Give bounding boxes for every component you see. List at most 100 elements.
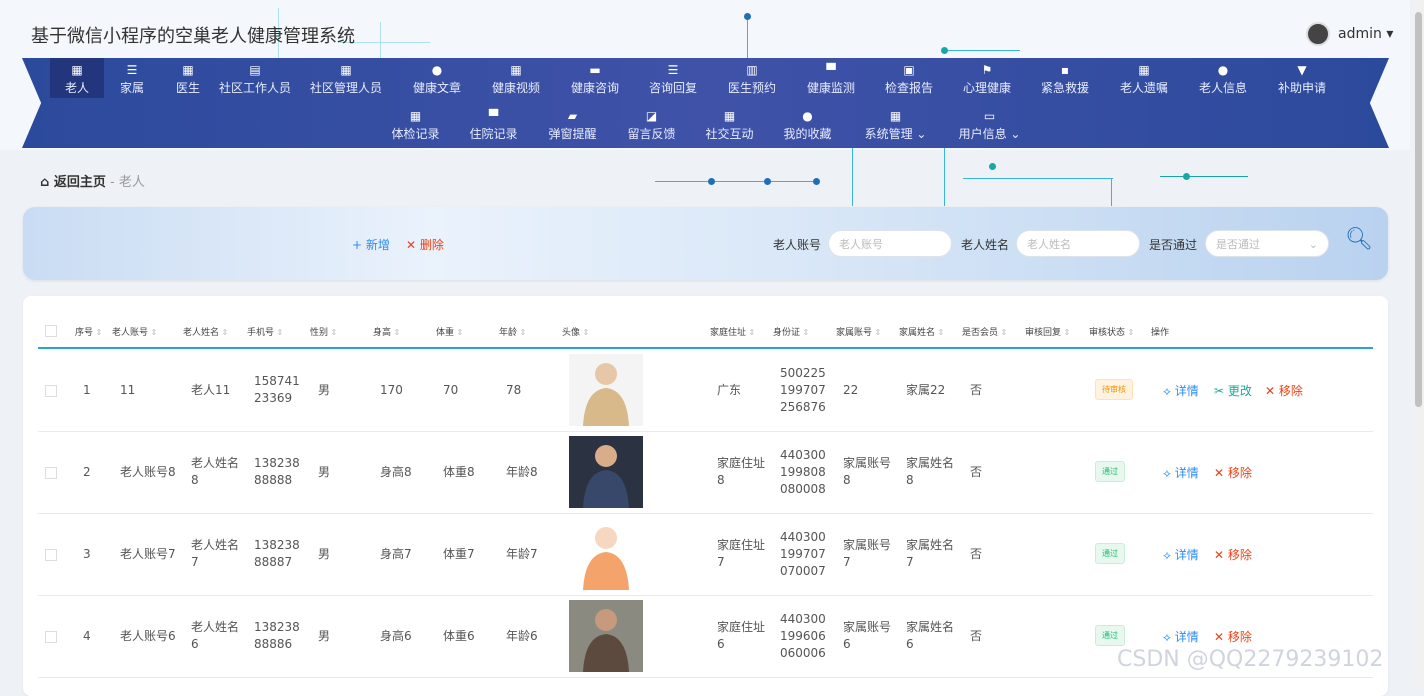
detail-button[interactable]: ⟡ 详情 — [1163, 628, 1199, 645]
cell-name: 老人姓名 8 — [191, 456, 240, 487]
nav-item-nav-r1-10[interactable]: ▀ 健康监测 — [792, 58, 870, 98]
column-header[interactable]: 体重 ⇕ — [436, 325, 463, 338]
table-row: 2 老人账号8 老人姓名 8 138238 88888 男 身高8 体重8 年龄8 家庭住址 8 44… — [38, 431, 1373, 514]
nav-item-nav-r1-7[interactable]: ▬ 健康咨询 — [556, 58, 634, 98]
nav-item-nav-r1-4[interactable]: ▦ 社区管理人员 — [294, 58, 398, 98]
nav-item-nav-r2-4[interactable]: ▦ 社交互动 — [691, 104, 769, 144]
sort-icon[interactable]: ⇕ — [998, 328, 1008, 337]
nav-item-nav-r2-2[interactable]: ▰ 弹窗提醒 — [533, 104, 613, 144]
column-header[interactable]: 性别 ⇕ — [310, 325, 337, 338]
column-header[interactable]: 老人账号 ⇕ — [112, 325, 157, 338]
sort-icon[interactable]: ⇕ — [517, 328, 527, 337]
grid-icon: ▦ — [409, 109, 422, 123]
detail-button[interactable]: ⟡ 详情 — [1163, 546, 1199, 563]
chart-icon: ◪ — [645, 109, 658, 123]
column-header[interactable]: 手机号 ⇕ — [247, 325, 283, 338]
column-header[interactable]: 家属账号 ⇕ — [836, 325, 881, 338]
edit-button[interactable]: ✂ 更改 — [1214, 382, 1252, 399]
sort-icon[interactable]: ⇕ — [1125, 328, 1135, 337]
remove-button[interactable]: ✕ 移除 — [1214, 464, 1252, 481]
scrollbar[interactable] — [1413, 0, 1424, 685]
sort-icon[interactable]: ⇕ — [1061, 328, 1071, 337]
sort-icon[interactable]: ⇕ — [93, 328, 103, 337]
select-all-checkbox[interactable] — [45, 325, 57, 337]
name-input[interactable]: 老人姓名 — [1016, 230, 1140, 257]
sort-icon[interactable]: ⇕ — [148, 328, 158, 337]
sort-icon[interactable]: ⇕ — [274, 328, 284, 337]
column-header[interactable]: 身高 ⇕ — [373, 325, 400, 338]
nav-item-nav-r1-1[interactable]: ☰ 家属 — [104, 58, 160, 98]
sort-icon[interactable]: ⇕ — [328, 328, 338, 337]
row-checkbox[interactable] — [45, 467, 57, 479]
cell-address: 家庭住址 6 — [717, 620, 766, 651]
row-checkbox[interactable] — [45, 631, 57, 643]
sort-icon[interactable]: ⇕ — [800, 328, 810, 337]
sort-icon[interactable]: ⇕ — [219, 328, 229, 337]
nav-item-nav-r1-16[interactable]: ▼ 补助申请 — [1262, 58, 1342, 98]
sort-icon[interactable]: ⇕ — [746, 328, 756, 337]
sort-icon[interactable]: ⇕ — [580, 328, 590, 337]
sort-icon[interactable]: ⇕ — [454, 328, 464, 337]
sort-icon[interactable]: ⇕ — [391, 328, 401, 337]
detail-button[interactable]: ⟡ 详情 — [1163, 382, 1199, 399]
column-header[interactable]: 家庭住址 ⇕ — [710, 325, 755, 338]
cell-address: 广东 — [717, 382, 742, 397]
cell-no: 4 — [83, 628, 91, 643]
clipboard-x-icon: ▣ — [903, 63, 915, 77]
nav-item-nav-r1-12[interactable]: ⚑ 心理健康 — [948, 58, 1026, 98]
account-label: 老人账号 — [773, 238, 822, 252]
column-header[interactable]: 是否会员 ⇕ — [962, 325, 1007, 338]
nav-item-nav-r1-6[interactable]: ▦ 健康视频 — [476, 58, 556, 98]
row-checkbox[interactable] — [45, 385, 57, 397]
home-link[interactable]: ⌂ 返回主页 — [40, 175, 106, 190]
nav-item-nav-r1-13[interactable]: ▪ 紧急救援 — [1026, 58, 1104, 98]
status-badge: 待审核 — [1095, 379, 1133, 400]
nav-item-nav-r1-15[interactable]: ● 老人信息 — [1184, 58, 1262, 98]
nav-item-nav-r1-5[interactable]: ● 健康文章 — [398, 58, 476, 98]
user-menu[interactable]: admin ▾ — [1306, 22, 1393, 46]
add-button[interactable]: + 新增 — [352, 236, 390, 253]
account-input[interactable]: 老人账号 — [828, 230, 952, 257]
nav-item-nav-r1-0[interactable]: ▦ 老人 — [50, 58, 104, 98]
cell-name: 老人姓名 6 — [191, 620, 240, 651]
delete-button[interactable]: ✕ 删除 — [406, 236, 444, 253]
nav-item-nav-r2-7[interactable]: ▭ 用户信息 ⌄ — [945, 104, 1035, 144]
table-row: 1 11 老人11 158741 23369 男 170 70 78 广东 500225 19970… — [38, 349, 1373, 432]
nav-item-nav-r2-3[interactable]: ◪ 留言反馈 — [613, 104, 691, 144]
nav-item-label: 弹窗提醒 — [548, 127, 597, 141]
nav-item-nav-r2-5[interactable]: ● 我的收藏 — [769, 104, 847, 144]
nav-item-nav-r2-0[interactable]: ▦ 体检记录 — [377, 104, 455, 144]
nav-item-nav-r1-9[interactable]: ▥ 医生预约 — [712, 58, 792, 98]
flag-icon: ⚑ — [981, 63, 993, 77]
column-header[interactable]: 年龄 ⇕ — [499, 325, 526, 338]
sort-icon[interactable]: ⇕ — [935, 328, 945, 337]
column-header[interactable]: 审核回复 ⇕ — [1025, 325, 1070, 338]
nav-item-nav-r1-14[interactable]: ▦ 老人遗嘱 — [1104, 58, 1184, 98]
nav-item-nav-r1-11[interactable]: ▣ 检查报告 — [870, 58, 948, 98]
row-checkbox[interactable] — [45, 549, 57, 561]
status-badge: 通过 — [1095, 625, 1125, 646]
column-header[interactable]: 审核状态 ⇕ — [1089, 325, 1134, 338]
nav-item-nav-r1-8[interactable]: ☰ 咨询回复 — [634, 58, 712, 98]
column-header[interactable]: 家属姓名 ⇕ — [899, 325, 944, 338]
column-header[interactable]: 序号 ⇕ — [75, 325, 102, 338]
pass-select[interactable]: 是否通过 ⌄ — [1205, 230, 1329, 257]
column-header[interactable]: 老人姓名 ⇕ — [183, 325, 228, 338]
nav-item-nav-r1-3[interactable]: ▤ 社区工作人员 — [216, 58, 294, 98]
chat-icon: ▪ — [1060, 63, 1070, 77]
remove-button[interactable]: ✕ 移除 — [1214, 546, 1252, 563]
search-icon[interactable]: 🔍︎ — [1345, 227, 1373, 252]
nav-item-nav-r2-1[interactable]: ▀ 住院记录 — [455, 104, 533, 144]
remove-button[interactable]: ✕ 移除 — [1214, 628, 1252, 645]
remove-button[interactable]: ✕ 移除 — [1265, 382, 1303, 399]
nav-item-nav-r2-6[interactable]: ▦ 系统管理 ⌄ — [847, 104, 945, 144]
cell-age: 年龄6 — [506, 628, 538, 643]
sort-icon[interactable]: ⇕ — [872, 328, 882, 337]
window-icon: ▭ — [983, 109, 996, 123]
detail-button[interactable]: ⟡ 详情 — [1163, 464, 1199, 481]
scrollbar-thumb[interactable] — [1415, 12, 1422, 407]
column-header[interactable]: 头像 ⇕ — [562, 325, 589, 338]
table-header: 序号 ⇕ 老人账号 ⇕ 老人姓名 ⇕ 手机号 ⇕ 性别 ⇕ 身高 ⇕ 体重 ⇕ 年龄 ⇕ 头像 … — [38, 321, 1373, 349]
column-header[interactable]: 身份证 ⇕ — [773, 325, 809, 338]
nav-item-nav-r1-2[interactable]: ▦ 医生 — [160, 58, 216, 98]
